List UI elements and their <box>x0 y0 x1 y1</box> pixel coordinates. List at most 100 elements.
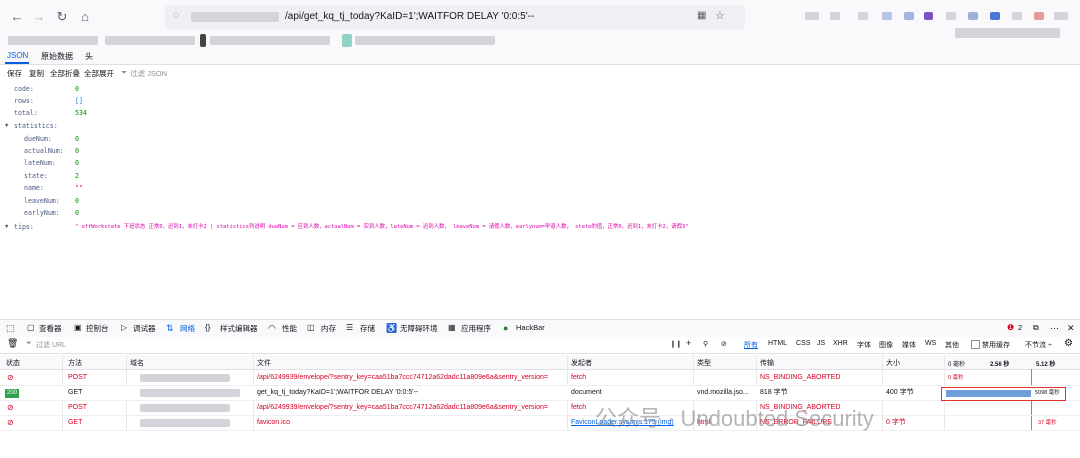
bookmark-item[interactable] <box>105 36 195 45</box>
request-method: POST <box>68 404 88 411</box>
tab-performance[interactable]: 性能 <box>282 323 297 334</box>
disable-cache-checkbox[interactable] <box>971 340 980 349</box>
tab-hackbar[interactable]: HackBar <box>516 323 545 332</box>
reload-icon[interactable]: ↻ <box>53 8 71 26</box>
col-initiator[interactable]: 发起者 <box>571 358 592 368</box>
json-row[interactable]: state: 2 <box>0 170 1080 182</box>
json-row[interactable]: ▼ tips: " offWorkstate 下班状态 正常0，迟到1，未打卡2… <box>0 221 1080 233</box>
json-row[interactable]: rows: [] <box>0 95 1080 107</box>
bookmark-item[interactable] <box>210 36 330 45</box>
search-icon[interactable]: ⚲ <box>703 340 708 348</box>
json-row[interactable]: dueNum: 0 <box>0 133 1080 145</box>
extension-icon[interactable] <box>904 12 914 20</box>
json-row[interactable]: total: 534 <box>0 107 1080 119</box>
dock-icon[interactable]: ⧉ <box>1033 323 1039 333</box>
expand-triangle-icon[interactable]: ▼ <box>5 120 8 132</box>
extension-icon[interactable] <box>924 12 933 20</box>
tab-debugger[interactable]: 调试器 <box>133 323 156 334</box>
more-options-icon[interactable]: ⋯ <box>1050 323 1059 334</box>
filter-all[interactable]: 所有 <box>744 340 758 350</box>
filter-fonts[interactable]: 字体 <box>857 340 871 350</box>
bookmark-item[interactable] <box>955 28 1060 38</box>
bookmark-item[interactable] <box>200 34 206 47</box>
bookmark-item[interactable] <box>8 36 98 45</box>
tab-storage[interactable]: 存储 <box>360 323 375 334</box>
filter-xhr[interactable]: XHR <box>833 340 848 347</box>
filter-other[interactable]: 其他 <box>945 340 959 350</box>
extension-icon[interactable] <box>1034 12 1044 20</box>
json-row[interactable]: earlyNum: 0 <box>0 207 1080 219</box>
home-icon[interactable]: ⌂ <box>76 8 94 26</box>
col-domain[interactable]: 域名 <box>130 358 144 368</box>
add-icon[interactable]: + <box>686 338 691 348</box>
url-bar[interactable]: ◌ /api/get_kq_tj_today?KaID=1';WAITFOR D… <box>165 5 745 29</box>
tab-console[interactable]: 控制台 <box>86 323 109 334</box>
qr-icon[interactable]: ▦ <box>697 10 706 21</box>
bookmark-item[interactable] <box>342 34 352 47</box>
col-file[interactable]: 文件 <box>257 358 271 368</box>
json-row[interactable]: actualNum: 0 <box>0 145 1080 157</box>
json-row[interactable]: lateNum: 0 <box>0 157 1080 169</box>
extension-icon[interactable] <box>858 12 868 20</box>
tab-raw-data[interactable]: 原始数据 <box>41 51 73 62</box>
filter-images[interactable]: 图像 <box>879 340 893 350</box>
settings-gear-icon[interactable]: ⚙ <box>1064 338 1073 349</box>
col-type[interactable]: 类型 <box>697 358 711 368</box>
col-status[interactable]: 状态 <box>6 358 20 368</box>
clear-icon[interactable]: 🗑︎ <box>7 338 18 349</box>
col-method[interactable]: 方法 <box>68 358 82 368</box>
pause-icon[interactable]: ❙❙ <box>670 340 682 348</box>
expand-triangle-icon[interactable]: ▼ <box>5 221 8 233</box>
filter-html[interactable]: HTML <box>768 340 787 347</box>
json-row[interactable]: code: 0 <box>0 83 1080 95</box>
json-row[interactable]: name: "" <box>0 182 1080 194</box>
extension-icon[interactable] <box>882 12 892 20</box>
throttle-select[interactable]: 不节流 ÷ <box>1025 340 1052 350</box>
tab-accessibility[interactable]: 无障碍环境 <box>400 323 438 334</box>
tab-style-editor[interactable]: 样式编辑器 <box>220 323 258 334</box>
collapse-all-button[interactable]: 全部折叠 <box>50 68 80 79</box>
extension-icon[interactable] <box>946 12 956 20</box>
filter-json-input[interactable]: 过滤 JSON <box>130 68 167 79</box>
expand-all-button[interactable]: 全部展开 <box>84 68 114 79</box>
error-count[interactable]: 2 <box>1018 323 1022 332</box>
extension-icon[interactable] <box>830 12 840 20</box>
devtools-toolbar: ⬚ ▢ 查看器 ▣ 控制台 ▷ 调试器 ⇅ 网络 {} 样式编辑器 ◠ 性能 ◫… <box>0 319 1080 338</box>
bookmark-star-icon[interactable]: ☆ <box>715 9 725 22</box>
col-size[interactable]: 大小 <box>886 358 900 368</box>
bookmark-item[interactable] <box>355 36 495 45</box>
filter-media[interactable]: 媒体 <box>902 340 916 350</box>
col-transfer[interactable]: 传输 <box>760 358 774 368</box>
table-row[interactable]: ⊘ POST /api/6249939/envelope/?sentry_key… <box>0 401 1080 416</box>
extension-icon[interactable] <box>1054 12 1068 20</box>
extension-icon[interactable] <box>968 12 978 20</box>
tab-network[interactable]: 网络 <box>180 323 195 334</box>
back-icon[interactable]: ← <box>8 8 26 26</box>
table-row[interactable]: ⊘ GET favicon.ico FaviconLoader.sys.mjs:… <box>0 416 1080 431</box>
filter-css[interactable]: CSS <box>796 340 810 347</box>
extension-icon[interactable] <box>1012 12 1022 20</box>
filter-ws[interactable]: WS <box>925 340 936 347</box>
copy-button[interactable]: 复制 <box>29 68 44 79</box>
forward-icon[interactable]: → <box>30 8 48 26</box>
extension-icon[interactable] <box>805 12 819 20</box>
close-icon[interactable]: ✕ <box>1067 323 1075 334</box>
tab-headers[interactable]: 头 <box>85 51 93 62</box>
table-row[interactable]: ⊘ POST /api/6249939/envelope/?sentry_key… <box>0 371 1080 386</box>
json-key: state: <box>24 172 48 180</box>
timeline-label: 2.56 秒 <box>990 362 1010 368</box>
table-row[interactable]: 200 GET get_kq_tj_today?KaID=1';WAITFOR … <box>0 386 1080 401</box>
filter-js[interactable]: JS <box>817 340 825 347</box>
tab-json[interactable]: JSON <box>7 51 28 60</box>
tab-inspector[interactable]: 查看器 <box>39 323 62 334</box>
tab-application[interactable]: 应用程序 <box>461 323 491 334</box>
block-icon[interactable]: ⊘ <box>721 340 727 348</box>
filter-url-input[interactable]: 过滤 URL <box>36 340 66 350</box>
tab-memory[interactable]: 内存 <box>321 323 336 334</box>
pick-element-icon[interactable]: ⬚ <box>6 323 15 334</box>
json-row[interactable]: ▼ statistics: <box>0 120 1080 132</box>
extension-icon[interactable] <box>990 12 1000 20</box>
save-button[interactable]: 保存 <box>7 68 22 79</box>
json-row[interactable]: leaveNum: 0 <box>0 195 1080 207</box>
status-badge: 200 <box>5 389 20 398</box>
